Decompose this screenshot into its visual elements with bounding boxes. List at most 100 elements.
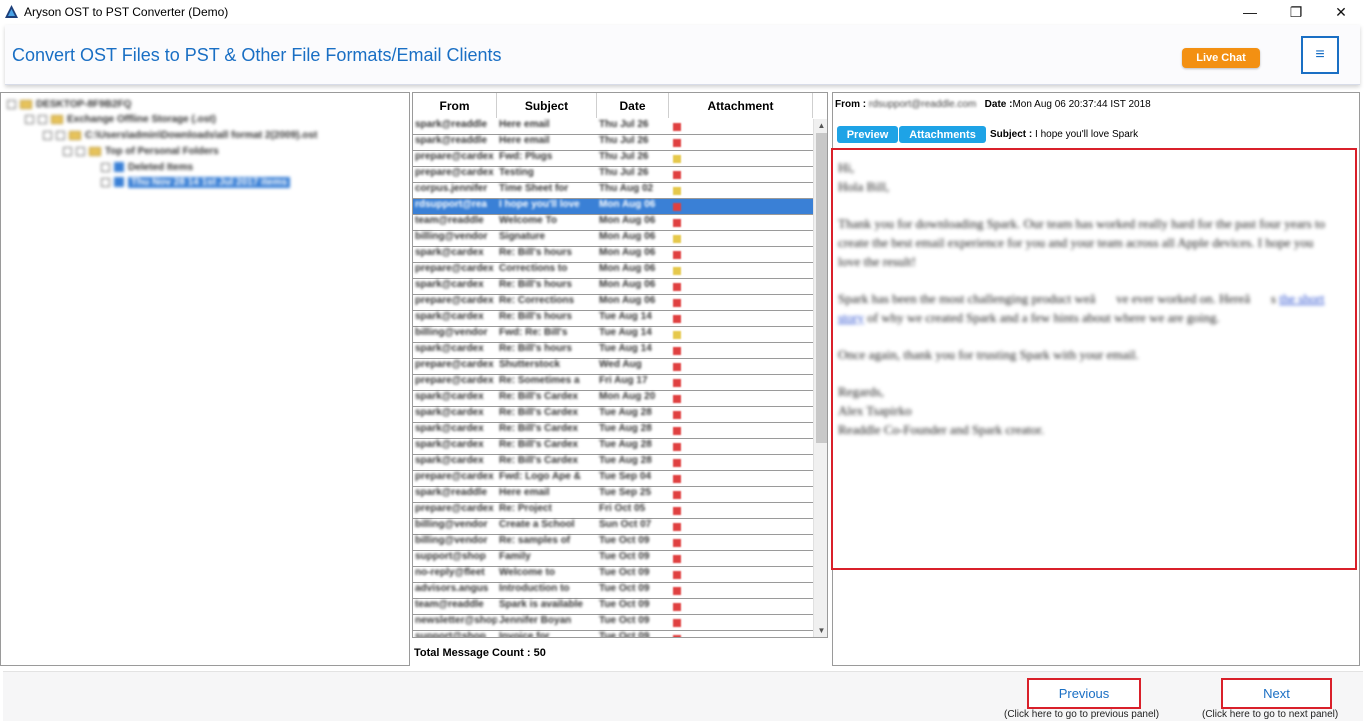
expand-icon[interactable]	[43, 130, 52, 140]
previous-button[interactable]: Previous	[1027, 678, 1141, 709]
scroll-up-icon[interactable]: ▲	[816, 119, 827, 131]
cell-from: prepare@cardex	[415, 359, 494, 370]
checkbox[interactable]	[38, 114, 47, 124]
table-row[interactable]: advisors.angus Introduction to Tue Oct 09	[413, 583, 813, 599]
message-body[interactable]: Hi, Hola Bill, Thank you for downloading…	[831, 148, 1357, 570]
table-row[interactable]: prepare@cardex Shutterstock Wed Aug	[413, 359, 813, 375]
attachment-flag-icon	[673, 154, 681, 163]
table-row[interactable]: spark@readdle Here email Thu Jul 26	[413, 135, 813, 151]
table-row[interactable]: team@readdle Welcome To Mon Aug 06	[413, 215, 813, 231]
column-header-from[interactable]: From	[413, 93, 497, 118]
table-row[interactable]: billing@vendor Signature Mon Aug 06	[413, 231, 813, 247]
tree-node[interactable]: Deleted Items	[101, 160, 193, 174]
cell-date: Mon Aug 06	[599, 199, 656, 210]
cell-date: Tue Aug 28	[599, 455, 652, 466]
tree-node[interactable]: DESKTOP-8F9B2FQ	[7, 97, 131, 111]
cell-from: prepare@cardex	[415, 295, 494, 306]
table-row[interactable]: spark@cardex Re: Bill's Cardex Tue Aug 28	[413, 423, 813, 439]
table-row[interactable]: billing@vendor Create a School Sun Oct 07	[413, 519, 813, 535]
cell-date: Tue Oct 09	[599, 631, 650, 638]
attachment-flag-icon	[673, 218, 681, 227]
checkbox[interactable]	[101, 162, 110, 172]
checkbox[interactable]	[76, 146, 85, 156]
table-row[interactable]: spark@readdle Here email Tue Sep 25	[413, 487, 813, 503]
table-row[interactable]: billing@vendor Fwd: Re: Bill's Tue Aug 14	[413, 327, 813, 343]
hamburger-icon: ≡	[1315, 46, 1325, 63]
table-row[interactable]: prepare@cardex Re: Corrections Mon Aug 06	[413, 295, 813, 311]
cell-date: Fri Oct 05	[599, 503, 646, 514]
cell-date: Thu Jul 26	[599, 135, 649, 146]
table-row[interactable]: billing@vendor Re: samples of Tue Oct 09	[413, 535, 813, 551]
body-text-span: of why we created Spark and a few hints …	[864, 310, 1220, 325]
table-row[interactable]: newsletter@shop Jennifer Boyan Tue Oct 09	[413, 615, 813, 631]
expand-icon[interactable]	[7, 99, 16, 109]
expand-icon[interactable]	[25, 114, 34, 124]
cell-subject: Re: Bill's Cardex	[499, 455, 579, 466]
cell-attachment	[669, 519, 813, 534]
cell-from: spark@readdle	[415, 487, 488, 498]
expand-icon[interactable]	[63, 146, 72, 156]
tab-preview[interactable]: Preview	[837, 126, 898, 143]
cell-subject: Welcome to	[499, 567, 555, 578]
message-meta: From : rdsupport@readdle.com Date :Mon A…	[835, 99, 1151, 110]
cell-from: prepare@cardex	[415, 263, 494, 274]
table-row[interactable]: prepare@cardex Fwd: Plugs Thu Jul 26	[413, 151, 813, 167]
window-title: Aryson OST to PST Converter (Demo)	[24, 5, 229, 19]
table-row[interactable]: spark@cardex Re: Bill's hours Tue Aug 14	[413, 343, 813, 359]
table-row[interactable]: spark@cardex Re: Bill's hours Mon Aug 06	[413, 279, 813, 295]
column-header-attachment[interactable]: Attachment	[669, 93, 813, 118]
cell-from: spark@readdle	[415, 119, 488, 130]
cell-from: prepare@cardex	[415, 471, 494, 482]
cell-attachment	[669, 151, 813, 166]
cell-date: Thu Aug 02	[599, 183, 654, 194]
menu-button[interactable]: ≡	[1301, 36, 1339, 74]
cell-attachment	[669, 471, 813, 486]
cell-from: prepare@cardex	[415, 375, 494, 386]
table-row[interactable]: corpus.jennifer Time Sheet for Thu Aug 02	[413, 183, 813, 199]
table-row[interactable]: spark@cardex Re: Bill's hours Tue Aug 14	[413, 311, 813, 327]
live-chat-button[interactable]: Live Chat	[1182, 48, 1260, 68]
table-row[interactable]: prepare@cardex Re: Sometimes a Fri Aug 17	[413, 375, 813, 391]
computer-icon	[20, 99, 32, 109]
cell-attachment	[669, 359, 813, 374]
cell-subject: Shutterstock	[499, 359, 561, 370]
tree-node[interactable]: Exchange Offline Storage (.ost)	[25, 112, 216, 126]
tree-node[interactable]: C:\Users\admin\Downloads\all format 2(20…	[43, 128, 317, 142]
table-row[interactable]: spark@cardex Re: Bill's hours Mon Aug 06	[413, 247, 813, 263]
column-header-subject[interactable]: Subject	[497, 93, 597, 118]
table-row[interactable]: spark@cardex Re: Bill's Cardex Tue Aug 28	[413, 455, 813, 471]
tree-node-selected[interactable]: Thu Nov 28 14 1st Jul 2017 items	[101, 175, 291, 189]
maximize-button[interactable]: ❐	[1273, 0, 1319, 24]
checkbox[interactable]	[56, 130, 65, 140]
minimize-button[interactable]: —	[1227, 0, 1273, 24]
close-button[interactable]: ✕	[1318, 0, 1364, 24]
table-row[interactable]: support@shop Family Tue Oct 09	[413, 551, 813, 567]
table-row[interactable]: spark@readdle Here email Thu Jul 26	[413, 119, 813, 135]
cell-subject: Re: Bill's hours	[499, 343, 572, 354]
tree-node[interactable]: Top of Personal Folders	[63, 144, 219, 158]
cell-attachment	[669, 215, 813, 230]
table-row-selected[interactable]: rdsupport@rea I hope you'll love Mon Aug 0…	[413, 199, 813, 215]
table-row[interactable]: spark@cardex Re: Bill's Cardex Mon Aug 20	[413, 391, 813, 407]
cell-date: Tue Oct 09	[599, 567, 650, 578]
tab-attachments[interactable]: Attachments	[899, 126, 986, 143]
attachment-flag-icon	[673, 570, 681, 579]
table-row[interactable]: prepare@cardex Testing Thu Jul 26	[413, 167, 813, 183]
attachment-flag-icon	[673, 442, 681, 451]
table-row[interactable]: team@readdle Spark is available Tue Oct 09	[413, 599, 813, 615]
next-button[interactable]: Next	[1221, 678, 1332, 709]
table-row[interactable]: spark@cardex Re: Bill's Cardex Tue Aug 28	[413, 439, 813, 455]
column-header-date[interactable]: Date	[597, 93, 669, 118]
table-row[interactable]: no-reply@fleet Welcome to Tue Oct 09	[413, 567, 813, 583]
scroll-down-icon[interactable]: ▼	[816, 624, 827, 636]
table-row[interactable]: support@shop Invoice for Tue Oct 09	[413, 631, 813, 638]
cell-subject: Family	[499, 551, 531, 562]
scrollbar-thumb[interactable]	[816, 133, 827, 443]
cell-attachment	[669, 263, 813, 278]
table-row[interactable]: prepare@cardex Fwd: Logo Ape & Tue Sep 04	[413, 471, 813, 487]
table-row[interactable]: prepare@cardex Corrections to Mon Aug 06	[413, 263, 813, 279]
list-scrollbar[interactable]: ▲ ▼	[813, 119, 827, 637]
checkbox[interactable]	[101, 177, 110, 187]
table-row[interactable]: spark@cardex Re: Bill's Cardex Tue Aug 28	[413, 407, 813, 423]
table-row[interactable]: prepare@cardex Re: Project Fri Oct 05	[413, 503, 813, 519]
